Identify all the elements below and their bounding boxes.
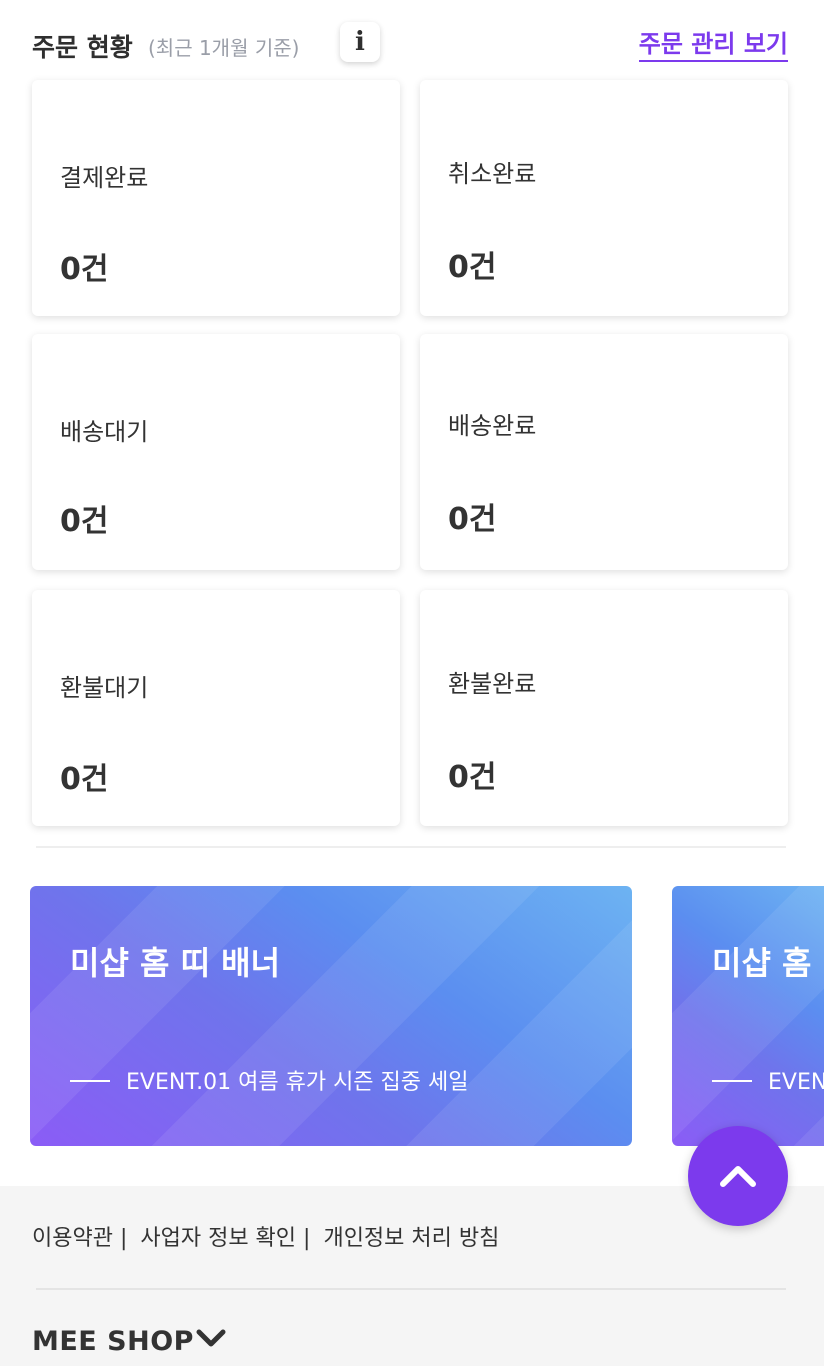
order-status-header: 주문 현황 (최근 1개월 기준) i 주문 관리 보기: [32, 22, 792, 66]
scroll-top-button[interactable]: [688, 1126, 788, 1226]
card-label: 환불완료: [448, 670, 537, 698]
shop-name: MEE SHOP: [32, 1326, 194, 1357]
business-info-link[interactable]: 사업자 정보 확인 |: [140, 1226, 310, 1251]
order-status-title: 주문 현황: [32, 33, 133, 62]
banner-pattern: [672, 886, 824, 1146]
order-status-card-refunded[interactable]: 환불완료 0건: [420, 590, 788, 826]
banner-title: 미샵 홈 띠 배너: [712, 944, 824, 982]
card-count: 0건: [448, 760, 497, 795]
order-status-card-refund-pending[interactable]: 환불대기 0건: [32, 590, 400, 826]
footer-links: 이용약관 | 사업자 정보 확인 | 개인정보 처리 방침: [32, 1220, 505, 1252]
banner-subtitle: EVENT.01 여름 휴가 시즌 집중 세일: [126, 1070, 469, 1095]
chevron-up-icon: [720, 1166, 756, 1187]
card-label: 배송완료: [448, 412, 537, 440]
card-label: 환불대기: [60, 674, 149, 702]
privacy-policy-link[interactable]: 개인정보 처리 방침: [323, 1226, 499, 1251]
card-count: 0건: [448, 250, 497, 285]
banner-dash: [70, 1080, 110, 1082]
order-status-period: (최근 1개월 기준): [148, 36, 300, 60]
order-status-card-shipped[interactable]: 배송완료 0건: [420, 334, 788, 570]
card-label: 취소완료: [448, 160, 537, 188]
section-divider: [36, 846, 786, 848]
banner-dash: [712, 1080, 752, 1082]
banner-slide[interactable]: 미샵 홈 띠 배너 EVENT.01 여름 휴가 시즌 집중 세일: [30, 886, 632, 1146]
banner-pattern: [30, 886, 632, 1146]
order-status-card-cancelled[interactable]: 취소완료 0건: [420, 80, 788, 316]
chevron-down-icon[interactable]: [196, 1326, 226, 1350]
order-status-card-paid[interactable]: 결제완료 0건: [32, 80, 400, 316]
footer: 이용약관 | 사업자 정보 확인 | 개인정보 처리 방침 MEE SHOP: [0, 1186, 824, 1366]
card-count: 0건: [60, 504, 109, 539]
card-label: 배송대기: [60, 418, 149, 446]
card-count: 0건: [60, 252, 109, 287]
card-count: 0건: [60, 762, 109, 797]
footer-divider: [36, 1288, 786, 1290]
terms-link[interactable]: 이용약관 |: [32, 1226, 127, 1251]
card-count: 0건: [448, 502, 497, 537]
banner-title: 미샵 홈 띠 배너: [70, 944, 281, 982]
banner-subtitle: EVENT.01 여름 휴가 시즌 집중 세일: [768, 1070, 824, 1095]
order-manage-link[interactable]: 주문 관리 보기: [638, 24, 788, 62]
order-status-card-shipping-pending[interactable]: 배송대기 0건: [32, 334, 400, 570]
info-icon[interactable]: i: [340, 22, 380, 62]
card-label: 결제완료: [60, 164, 149, 192]
banner-slide-next[interactable]: 미샵 홈 띠 배너 EVENT.01 여름 휴가 시즌 집중 세일: [672, 886, 824, 1146]
